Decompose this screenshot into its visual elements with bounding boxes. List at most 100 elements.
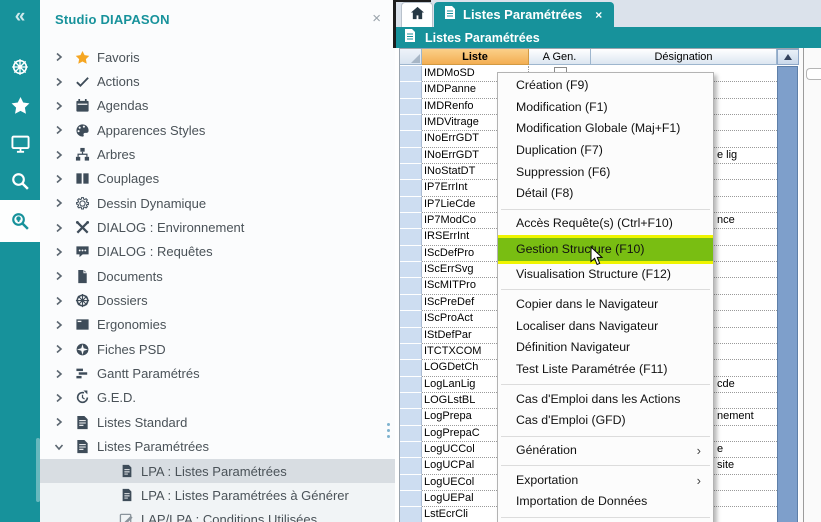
row-selector[interactable] <box>400 148 422 164</box>
row-selector[interactable] <box>400 278 422 294</box>
sidebar-item-favoris[interactable]: Favoris <box>40 45 395 69</box>
rail-star-icon[interactable] <box>0 86 40 124</box>
sidebar-item-arbres[interactable]: Arbres <box>40 142 395 166</box>
rail-collapse-chevrons-icon[interactable]: « <box>0 0 40 34</box>
chevron-right-icon[interactable] <box>54 393 64 403</box>
sidebar-item-agendas[interactable]: Agendas <box>40 94 395 118</box>
sidebar-item-dialog-requ-tes[interactable]: DIALOG : Requêtes <box>40 240 395 264</box>
vertical-scrollbar-thumb[interactable] <box>777 66 798 522</box>
sidebar-item-listes-standard[interactable]: Listes Standard <box>40 410 395 434</box>
row-selector[interactable] <box>400 507 422 522</box>
chevron-right-icon[interactable] <box>54 77 64 87</box>
sidebar-item-gantt-param-tr-s[interactable]: Gantt Paramétrés <box>40 361 395 385</box>
row-selector[interactable] <box>400 131 422 147</box>
menu-item-d-tail-f8[interactable]: Détail (F8) <box>498 183 713 205</box>
menu-item-importation-de-donn-es[interactable]: Importation de Données <box>498 491 713 513</box>
row-selector[interactable] <box>400 164 422 180</box>
column-header-a-gen[interactable]: A Gen. <box>529 49 591 65</box>
row-selector[interactable] <box>400 328 422 344</box>
row-selector[interactable] <box>400 344 422 360</box>
menu-item-modification-globale-maj-f1[interactable]: Modification Globale (Maj+F1) <box>498 118 713 140</box>
row-selector[interactable] <box>400 295 422 311</box>
chevron-right-icon[interactable] <box>54 198 64 208</box>
sidebar-close-icon[interactable]: × <box>372 10 381 27</box>
panel-splitter-handle[interactable] <box>387 423 390 438</box>
sidebar-item-documents[interactable]: Documents <box>40 264 395 288</box>
chevron-right-icon[interactable] <box>54 101 64 111</box>
row-selector[interactable] <box>400 377 422 393</box>
menu-item-cas-d-emploi-gfd[interactable]: Cas d'Emploi (GFD) <box>498 410 713 432</box>
chevron-right-icon[interactable] <box>54 320 64 330</box>
row-selector[interactable] <box>400 442 422 458</box>
menu-item-gestion-structure-f10[interactable]: Gestion Structure (F10) <box>498 235 713 264</box>
sidebar-item-actions[interactable]: Actions <box>40 69 395 93</box>
select-all-corner[interactable] <box>400 49 422 65</box>
sidebar-item-ergonomies[interactable]: Ergonomies <box>40 313 395 337</box>
sidebar-item-dossiers[interactable]: Dossiers <box>40 288 395 312</box>
row-selector[interactable] <box>400 197 422 213</box>
menu-item-suppression-f6[interactable]: Suppression (F6) <box>498 162 713 184</box>
chevron-right-icon[interactable] <box>54 296 64 306</box>
chevron-right-icon[interactable] <box>54 417 64 427</box>
tab-close-icon[interactable]: × <box>595 8 602 22</box>
sidebar-item-g-e-d[interactable]: G.E.D. <box>40 386 395 410</box>
chevron-right-icon[interactable] <box>54 52 64 62</box>
sidebar-item-lpa-listes-param-tr-es[interactable]: LPA : Listes Paramétrées <box>40 459 395 483</box>
row-selector[interactable] <box>400 393 422 409</box>
row-selector[interactable] <box>400 409 422 425</box>
row-selector[interactable] <box>400 66 422 82</box>
sidebar-item-couplages[interactable]: Couplages <box>40 167 395 191</box>
sidebar-item-dessin-dynamique[interactable]: Dessin Dynamique <box>40 191 395 215</box>
menu-item-cas-d-emploi-dans-les-actions[interactable]: Cas d'Emploi dans les Actions <box>498 389 713 411</box>
panel-grip[interactable] <box>806 68 821 80</box>
chevron-down-icon[interactable] <box>54 442 64 452</box>
row-selector[interactable] <box>400 180 422 196</box>
chevron-right-icon[interactable] <box>54 223 64 233</box>
menu-item-localiser-dans-navigateur[interactable]: Localiser dans Navigateur <box>498 316 713 338</box>
menu-item-modification-f1[interactable]: Modification (F1) <box>498 97 713 119</box>
rail-ship-wheel-icon[interactable] <box>0 48 40 86</box>
sidebar-item-lpa-listes-param-tr-es-g-n-rer[interactable]: LPA : Listes Paramétrées à Générer <box>40 483 395 507</box>
rail-search-icon[interactable] <box>0 162 40 200</box>
column-header-designation[interactable]: Désignation <box>591 49 777 65</box>
row-selector[interactable] <box>400 262 422 278</box>
row-selector[interactable] <box>400 458 422 474</box>
chevron-right-icon[interactable] <box>54 150 64 160</box>
menu-item-copier-dans-le-navigateur[interactable]: Copier dans le Navigateur <box>498 294 713 316</box>
row-selector[interactable] <box>400 229 422 245</box>
menu-item-d-finition-navigateur[interactable]: Définition Navigateur <box>498 337 713 359</box>
menu-item-visualisation-structure-f12[interactable]: Visualisation Structure (F12) <box>498 264 713 286</box>
sidebar-item-listes-param-tr-es[interactable]: Listes Paramétrées <box>40 435 395 459</box>
menu-item-test-liste-param-tr-e-f11[interactable]: Test Liste Paramétrée (F11) <box>498 359 713 381</box>
row-selector[interactable] <box>400 491 422 507</box>
sidebar-item-dialog-environnement[interactable]: DIALOG : Environnement <box>40 215 395 239</box>
sidebar-item-lap-lpa-conditions-utilis-es[interactable]: LAP/LPA : Conditions Utilisées <box>40 508 395 522</box>
menu-item-cr-ation-f9[interactable]: Création (F9) <box>498 75 713 97</box>
chevron-right-icon[interactable] <box>54 247 64 257</box>
chevron-right-icon[interactable] <box>54 271 64 281</box>
tab-home[interactable] <box>401 2 433 28</box>
tab-listes-parametrees[interactable]: Listes Paramétrées × <box>434 2 614 27</box>
chevron-right-icon[interactable] <box>54 369 64 379</box>
row-selector[interactable] <box>400 82 422 98</box>
row-selector[interactable] <box>400 246 422 262</box>
row-selector[interactable] <box>400 311 422 327</box>
rail-monitor-icon[interactable] <box>0 124 40 162</box>
sidebar-item-fiches-psd[interactable]: Fiches PSD <box>40 337 395 361</box>
chevron-right-icon[interactable] <box>54 344 64 354</box>
row-selector[interactable] <box>400 426 422 442</box>
row-selector[interactable] <box>400 360 422 376</box>
row-selector[interactable] <box>400 475 422 491</box>
sidebar-item-apparences-styles[interactable]: Apparences Styles <box>40 118 395 142</box>
rail-search-location-icon[interactable] <box>0 200 40 242</box>
chevron-right-icon[interactable] <box>54 174 64 184</box>
menu-item-duplication-f7[interactable]: Duplication (F7) <box>498 140 713 162</box>
chevron-right-icon[interactable] <box>54 125 64 135</box>
scroll-up-button[interactable] <box>777 49 799 65</box>
row-selector[interactable] <box>400 115 422 131</box>
row-selector[interactable] <box>400 213 422 229</box>
menu-item-g-n-ration[interactable]: Génération› <box>498 440 713 462</box>
menu-item-acc-s-requ-te-s-ctrl-f10[interactable]: Accès Requête(s) (Ctrl+F10) <box>498 213 713 235</box>
column-header-liste[interactable]: Liste <box>422 49 529 65</box>
menu-item-exportation[interactable]: Exportation› <box>498 470 713 492</box>
